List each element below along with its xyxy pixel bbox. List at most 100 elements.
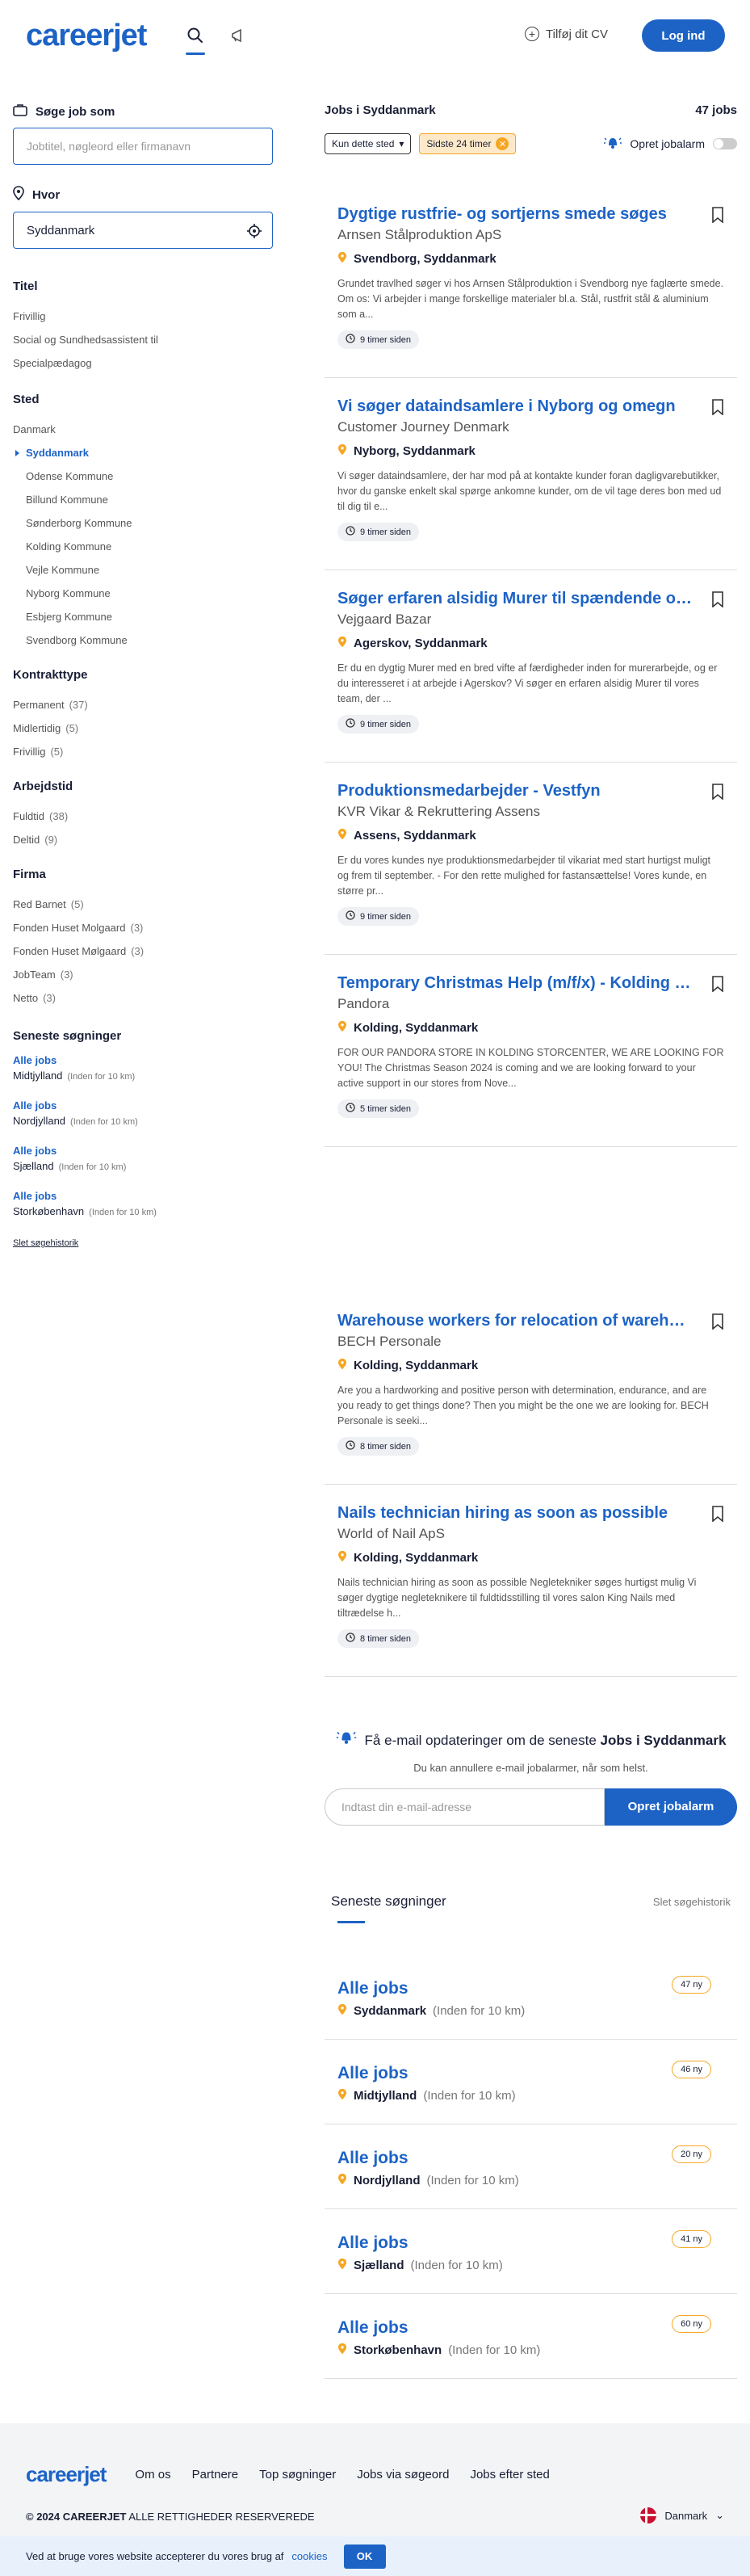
- close-icon[interactable]: ✕: [496, 137, 509, 150]
- facet-item[interactable]: JobTeam (3): [13, 963, 273, 986]
- facet-item[interactable]: Sønderborg Kommune: [13, 511, 273, 535]
- clear-history-link[interactable]: Slet søgehistorik: [653, 1896, 731, 1908]
- footer-link[interactable]: Om os: [135, 2468, 170, 2481]
- job-card[interactable]: Nails technician hiring as soon as possi…: [325, 1485, 737, 1677]
- facet-item[interactable]: Netto (3): [13, 986, 273, 1010]
- facet-item[interactable]: Deltid (9): [13, 828, 273, 851]
- login-button[interactable]: Log ind: [642, 19, 725, 52]
- recent-search-item[interactable]: Alle jobs Midtjylland (Inden for 10 km) …: [325, 2040, 737, 2124]
- bookmark-icon[interactable]: [711, 1506, 724, 1523]
- facet-item[interactable]: Midlertidig (5): [13, 716, 273, 740]
- job-title[interactable]: Produktionsmedarbejder - Vestfyn: [337, 782, 693, 801]
- job-card[interactable]: Warehouse workers for relocation of ware…: [325, 1292, 737, 1485]
- facet-item[interactable]: Fuldtid (38): [13, 805, 273, 828]
- bookmark-icon[interactable]: [711, 976, 724, 993]
- job-location: Nyborg, Syddanmark: [337, 443, 724, 459]
- job-description: Grundet travlhed søger vi hos Arnsen Stå…: [337, 278, 724, 320]
- megaphone-icon[interactable]: [229, 26, 249, 45]
- job-posted-time: 8 timer siden: [337, 1629, 419, 1648]
- facet-item[interactable]: Social og Sundhedsassistent til: [13, 328, 273, 351]
- job-title[interactable]: Temporary Christmas Help (m/f/x) - Koldi…: [337, 974, 693, 993]
- toggle-switch[interactable]: [713, 137, 737, 149]
- job-card[interactable]: Dygtige rustfrie- og sortjerns smede søg…: [325, 186, 737, 378]
- recent-search-item[interactable]: Alle jobs Syddanmark (Inden for 10 km) 4…: [325, 1955, 737, 2040]
- recent-search-title[interactable]: Alle jobs: [337, 2149, 409, 2168]
- recent-search-title[interactable]: Alle jobs: [337, 2318, 409, 2338]
- job-title[interactable]: Nails technician hiring as soon as possi…: [337, 1504, 693, 1523]
- logo[interactable]: careerjet: [26, 19, 147, 53]
- cookie-ok-button[interactable]: OK: [343, 2544, 386, 2569]
- location-pin-icon: [13, 186, 24, 204]
- recent-search-title[interactable]: Alle jobs: [337, 2064, 409, 2083]
- recent-search-item[interactable]: Alle jobs Nordjylland (Inden for 10 km) …: [325, 2124, 737, 2209]
- location-pin-icon: [337, 2173, 347, 2188]
- location-input[interactable]: Syddanmark: [13, 212, 273, 249]
- facet-item[interactable]: Esbjerg Kommune: [13, 605, 273, 628]
- bookmark-icon[interactable]: [711, 207, 724, 224]
- job-card[interactable]: Søger erfaren alsidig Murer til spændend…: [325, 570, 737, 763]
- facet-item[interactable]: Red Barnet (5): [13, 893, 273, 916]
- cookie-link[interactable]: cookies: [291, 2550, 327, 2562]
- alert-form: Indtast din e-mail-adresse Opret jobalar…: [325, 1788, 737, 1826]
- job-card[interactable]: Temporary Christmas Help (m/f/x) - Koldi…: [325, 955, 737, 1147]
- facet-item[interactable]: Specialpædagog: [13, 351, 273, 375]
- recent-search-item[interactable]: Alle jobs Sjælland (Inden for 10 km): [13, 1145, 273, 1172]
- email-input[interactable]: Indtast din e-mail-adresse: [325, 1788, 605, 1826]
- create-alert-button[interactable]: Opret jobalarm: [605, 1788, 737, 1826]
- job-alarm-toggle[interactable]: Opret jobalarm: [604, 135, 737, 152]
- facet-heading: Firma: [13, 868, 46, 881]
- add-cv-link[interactable]: + Tilføj dit CV: [525, 27, 608, 41]
- bookmark-icon[interactable]: [711, 591, 724, 608]
- job-posted-time: 9 timer siden: [337, 330, 419, 349]
- clock-icon: [346, 1440, 355, 1452]
- recent-search-item[interactable]: Alle jobs Storkøbenhavn (Inden for 10 km): [13, 1190, 273, 1217]
- job-posted-time: 8 timer siden: [337, 1437, 419, 1456]
- bookmark-icon[interactable]: [711, 399, 724, 416]
- bookmark-icon[interactable]: [711, 784, 724, 801]
- job-search-input[interactable]: Jobtitel, nøgleord eller firmanavn: [13, 128, 273, 165]
- job-title[interactable]: Vi søger dataindsamlere i Nyborg og omeg…: [337, 397, 693, 416]
- job-title[interactable]: Dygtige rustfrie- og sortjerns smede søg…: [337, 205, 693, 224]
- recent-search-item[interactable]: Alle jobs Nordjylland (Inden for 10 km): [13, 1099, 273, 1127]
- place-filter-dropdown[interactable]: Kun dette sted ▾: [325, 133, 412, 154]
- time-filter-chip[interactable]: Sidste 24 timer ✕: [419, 133, 517, 154]
- facet-item[interactable]: Fonden Huset Molgaard (3): [13, 916, 273, 939]
- facet-item[interactable]: Danmark: [13, 418, 273, 441]
- facet-item[interactable]: Frivillig (5): [13, 740, 273, 763]
- facet-item[interactable]: Billund Kommune: [13, 488, 273, 511]
- facet-item[interactable]: Vejle Kommune: [13, 558, 273, 582]
- bookmark-icon[interactable]: [711, 1313, 724, 1330]
- footer-link[interactable]: Jobs efter sted: [470, 2468, 549, 2481]
- caret-down-icon: ▾: [399, 138, 404, 149]
- recent-search-location: Midtjylland (Inden for 10 km): [337, 2088, 516, 2103]
- footer-link[interactable]: Jobs via søgeord: [357, 2468, 449, 2481]
- facet-item[interactable]: Permanent (37): [13, 693, 273, 716]
- facet-item[interactable]: Nyborg Kommune: [13, 582, 273, 605]
- cookie-banner: Ved at bruge vores website accepterer du…: [0, 2536, 750, 2576]
- job-posted-time: 9 timer siden: [337, 907, 419, 926]
- facet-item[interactable]: Odense Kommune: [13, 464, 273, 488]
- country-selector[interactable]: Danmark ⌄: [640, 2507, 724, 2523]
- results-panel: Jobs i Syddanmark 47 jobs Kun dette sted…: [325, 103, 737, 154]
- job-title[interactable]: Søger erfaren alsidig Murer til spændend…: [337, 590, 693, 608]
- search-icon[interactable]: [186, 26, 205, 55]
- recent-search-title[interactable]: Alle jobs: [337, 1979, 409, 1998]
- recent-search-title[interactable]: Alle jobs: [337, 2234, 409, 2253]
- footer-link[interactable]: Top søgninger: [259, 2468, 336, 2481]
- recent-search-item[interactable]: Alle jobs Storkøbenhavn (Inden for 10 km…: [325, 2294, 737, 2379]
- facet-item[interactable]: Kolding Kommune: [13, 535, 273, 558]
- clear-history-link[interactable]: Slet søgehistorik: [13, 1238, 78, 1248]
- job-title[interactable]: Warehouse workers for relocation of ware…: [337, 1312, 693, 1330]
- facet-item-active[interactable]: Syddanmark: [13, 441, 273, 464]
- job-card[interactable]: Vi søger dataindsamlere i Nyborg og omeg…: [325, 378, 737, 570]
- facet-item[interactable]: Fonden Huset Mølgaard (3): [13, 939, 273, 963]
- recent-search-item[interactable]: Alle jobs Midtjylland (Inden for 10 km): [13, 1054, 273, 1082]
- facet-item[interactable]: Svendborg Kommune: [13, 628, 273, 652]
- geolocate-icon[interactable]: [246, 223, 262, 242]
- job-company: KVR Vikar & Rekruttering Assens: [337, 804, 541, 819]
- job-card[interactable]: Produktionsmedarbejder - Vestfyn KVR Vik…: [325, 763, 737, 955]
- facet-item[interactable]: Frivillig: [13, 305, 273, 328]
- footer-logo[interactable]: careerjet: [26, 2462, 107, 2487]
- recent-search-item[interactable]: Alle jobs Sjælland (Inden for 10 km) 41 …: [325, 2209, 737, 2294]
- footer-link[interactable]: Partnere: [192, 2468, 239, 2481]
